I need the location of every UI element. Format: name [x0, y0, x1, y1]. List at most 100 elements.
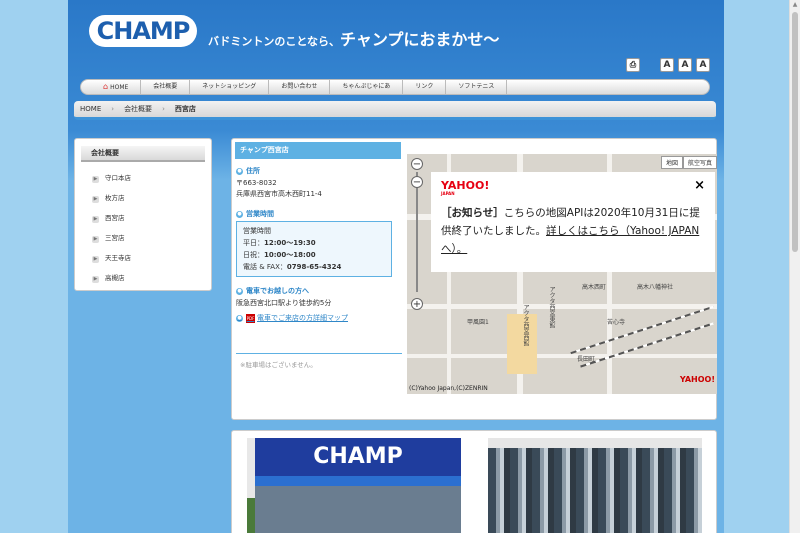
notice-title: ［お知らせ］ — [441, 207, 504, 219]
scrollbar[interactable]: ▲ — [789, 0, 800, 533]
storefront-sign-band — [255, 476, 461, 486]
nav-item-shopping[interactable]: ネットショッピング — [190, 79, 270, 95]
toolbar: ⎙ A A A — [626, 58, 710, 72]
address-heading-label: 住所 — [246, 167, 260, 175]
address-heading: ● 住所 — [236, 166, 402, 176]
pdf-map-link[interactable]: ● PDF 電車でご来店の方詳細マップ — [236, 313, 402, 323]
nav-label: HOME — [110, 84, 129, 91]
parking-note: ※駐車場はございません。 — [240, 361, 317, 369]
chevron-right-icon: ▶ — [92, 236, 99, 243]
notice-popup: YAHOO! JAPAN × ［お知らせ］こちらの地図APIは2020年10月31… — [431, 172, 715, 272]
photo-panel: CHAMP — [231, 430, 717, 533]
home-icon: ⌂ — [103, 82, 109, 91]
phone-row: 電話 & FAX：0798-65-4324 — [243, 261, 385, 273]
map[interactable]: 高木西町 高木八幡神社 苦心寺 長田町 甲風園1 アクタ西宮東館 アクタ西宮西館… — [407, 154, 717, 394]
font-size-small-button[interactable]: A — [660, 58, 674, 72]
map-road — [407, 304, 717, 309]
yahoo-map-logo: YAHOO! — [679, 375, 715, 384]
storefront-entrance — [255, 486, 461, 533]
pdf-icon: PDF — [246, 313, 255, 323]
map-label: 高木八幡神社 — [637, 284, 674, 291]
sidebar-item-label: 枚方店 — [105, 194, 125, 202]
font-size-large-button[interactable]: A — [696, 58, 710, 72]
nav-item-home[interactable]: ⌂ HOME — [91, 79, 142, 95]
zoom-in-icon[interactable]: + — [411, 298, 423, 310]
map-type-map-button[interactable]: 地図 — [660, 156, 683, 169]
breadcrumb: HOME › 会社概要 › 西宮店 — [74, 101, 716, 120]
sidebar-item-label: 西宮店 — [105, 214, 125, 222]
champ-logo[interactable]: CHAMP — [89, 15, 197, 47]
phone-number: 0798-65-4324 — [286, 263, 342, 271]
map-label: 高木西町 — [582, 284, 607, 291]
pdf-map-link-label: 電車でご来店の方詳細マップ — [257, 314, 348, 322]
tagline-part2: チャンプにおまかせ〜 — [340, 30, 500, 49]
breadcrumb-home[interactable]: HOME — [80, 105, 101, 113]
shop-title: チャンプ西宮店 — [235, 142, 401, 159]
weekday-hours-row: 平日：12:00〜19:30 — [243, 237, 385, 249]
train-heading-label: 電車でお越しの方へ — [246, 287, 309, 295]
storefront-photo: CHAMP — [247, 438, 461, 533]
sidebar-list: ▶ 守口本店 ▶ 枚方店 ▶ 西宮店 ▶ 三宮店 ▶ 天王寺店 ▶ 高槻店 — [75, 168, 211, 288]
bullet-icon: ● — [236, 210, 243, 218]
sidebar-item-sannomiya[interactable]: ▶ 三宮店 — [75, 228, 211, 248]
chevron-right-icon: ▶ — [92, 196, 99, 203]
sidebar-item-takatsuki[interactable]: ▶ 高槻店 — [75, 268, 211, 288]
nav-item-company[interactable]: 会社概要 — [141, 79, 191, 95]
bullet-icon: ● — [236, 167, 243, 175]
chevron-right-icon: ▶ — [92, 176, 99, 183]
map-zoom-control: − − + — [411, 158, 423, 310]
printer-icon[interactable]: ⎙ — [626, 58, 640, 72]
map-type-switch: 地図 航空写真 — [660, 156, 717, 169]
sidebar-item-tennoji[interactable]: ▶ 天王寺店 — [75, 248, 211, 268]
nav-item-links[interactable]: リンク — [403, 79, 447, 95]
nav-item-contact[interactable]: お問い合わせ — [269, 79, 331, 95]
shop-info-panel: チャンプ西宮店 ● 住所 〒663-8032 兵庫県西宮市高木西町11-4 ● 営業… — [231, 138, 717, 420]
scroll-up-icon[interactable]: ▲ — [792, 2, 798, 8]
chevron-right-icon: ▶ — [92, 256, 99, 263]
bullet-icon: ● — [236, 287, 243, 295]
sidebar-item-label: 三宮店 — [105, 234, 125, 242]
hours-heading: ● 営業時間 — [236, 209, 402, 219]
zoom-slider-track[interactable] — [416, 172, 418, 292]
sidebar-item-label: 天王寺店 — [105, 254, 131, 262]
breadcrumb-sep: › — [111, 105, 115, 113]
map-label: 長田町 — [577, 356, 596, 363]
train-heading: ● 電車でお越しの方へ — [236, 286, 402, 296]
hours-label: 営業時間 — [243, 227, 271, 235]
nav-item-journal[interactable]: ちゃんぷじゃにあ — [330, 79, 404, 95]
zoom-out-icon[interactable]: − — [411, 158, 423, 170]
sidebar-item-moriguchi[interactable]: ▶ 守口本店 — [75, 168, 211, 188]
font-size-medium-button[interactable]: A — [678, 58, 692, 72]
sidebar-item-hirakata[interactable]: ▶ 枚方店 — [75, 188, 211, 208]
address-block: 〒663-8032 兵庫県西宮市高木西町11-4 — [236, 178, 402, 200]
racket-wall-photo — [488, 438, 702, 533]
phone-label: 電話 & FAX： — [243, 263, 287, 271]
zoom-out-icon[interactable]: − — [411, 176, 423, 188]
holiday-label: 日祝： — [243, 251, 264, 259]
global-nav: ⌂ HOME 会社概要 ネットショッピング お問い合わせ ちゃんぷじゃにあ リンク… — [80, 79, 710, 95]
bullet-icon: ● — [236, 314, 243, 322]
shop-details: ● 住所 〒663-8032 兵庫県西宮市高木西町11-4 ● 営業時間 営業時間 … — [236, 166, 402, 323]
hours-heading-label: 営業時間 — [246, 210, 274, 218]
holiday-hours-row: 日祝：10:00〜18:00 — [243, 249, 385, 261]
weekday-hours: 12:00〜19:30 — [264, 239, 316, 247]
close-icon[interactable]: × — [694, 178, 705, 193]
holiday-hours: 10:00〜18:00 — [264, 251, 316, 259]
storefront-sign: CHAMP — [255, 438, 461, 476]
address: 兵庫県西宮市高木西町11-4 — [236, 190, 322, 198]
breadcrumb-company[interactable]: 会社概要 — [124, 104, 152, 114]
tagline-part1: バドミントンのことなら、 — [208, 35, 340, 48]
tagline: バドミントンのことなら、チャンプにおまかせ〜 — [208, 26, 499, 50]
postal-code: 〒663-8032 — [236, 179, 277, 187]
photo-ceiling — [488, 438, 702, 448]
scroll-thumb[interactable] — [792, 12, 798, 252]
sidebar-item-label: 守口本店 — [105, 174, 131, 182]
sidebar-title: 会社概要 — [81, 146, 205, 162]
breadcrumb-current: 西宮店 — [174, 105, 196, 113]
weekday-label: 平日： — [243, 239, 264, 247]
page: CHAMP バドミントンのことなら、チャンプにおまかせ〜 ⎙ A A A ⌂ HO… — [68, 0, 724, 533]
sidebar-item-nishinomiya[interactable]: ▶ 西宮店 — [75, 208, 211, 228]
nav-item-softtennis[interactable]: ソフトテニス — [446, 79, 508, 95]
map-type-satellite-button[interactable]: 航空写真 — [682, 156, 717, 169]
sidebar: 会社概要 ▶ 守口本店 ▶ 枚方店 ▶ 西宮店 ▶ 三宮店 ▶ 天王寺店 ▶ 高槻店 — [74, 138, 212, 291]
